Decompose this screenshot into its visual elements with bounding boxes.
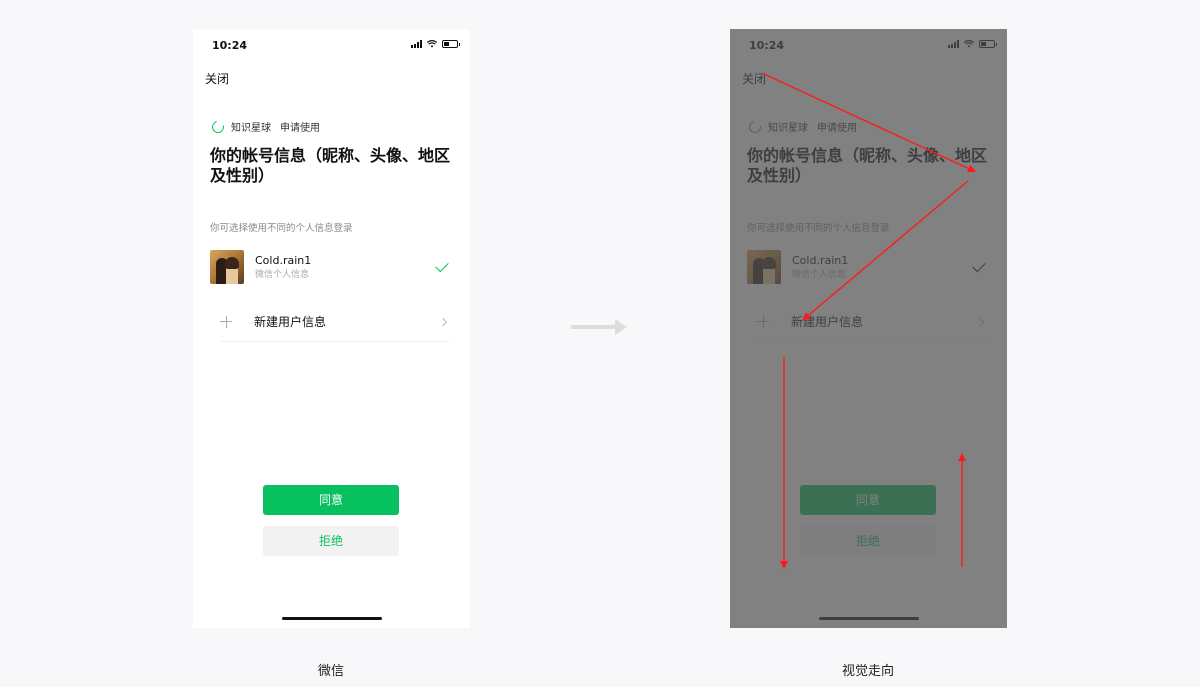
avatar [747, 250, 781, 284]
account-subtitle: 微信个人信息 [792, 269, 847, 280]
status-bar: 10:24 [193, 29, 470, 61]
home-indicator [819, 617, 919, 620]
battery-icon [979, 40, 997, 48]
app-info-row: 知识星球 申请使用 [746, 118, 857, 135]
check-icon [972, 258, 986, 272]
status-icons [948, 40, 997, 48]
account-name: Cold.rain1 [255, 253, 312, 267]
plus-icon [757, 315, 769, 328]
chevron-right-icon [438, 317, 448, 326]
agree-button[interactable]: 同意 [263, 485, 399, 515]
new-user-label: 新建用户信息 [791, 315, 864, 329]
reject-button[interactable]: 拒绝 [263, 526, 399, 556]
app-action: 申请使用 [280, 123, 320, 134]
status-bar: 10:24 [730, 29, 1007, 61]
reject-button[interactable]: 拒绝 [800, 526, 936, 556]
caption-visual-flow: 视觉走向 [841, 664, 894, 679]
app-logo-icon [746, 118, 764, 135]
phone-screen-wechat: 10:24 关闭 知识星球 申请使用 你的帐号信息（昵称、头像、地区及性别） 你… [193, 29, 470, 628]
account-subtitle: 微信个人信息 [255, 269, 310, 280]
flow-arrow-icon [571, 319, 627, 335]
app-logo-icon [209, 118, 227, 135]
wifi-icon [964, 40, 974, 48]
status-time: 10:24 [212, 39, 248, 52]
new-user-info-row[interactable]: 新建用户信息 [220, 302, 450, 342]
close-link[interactable]: 关闭 [742, 70, 766, 87]
account-name: Cold.rain1 [792, 253, 849, 267]
plus-icon [220, 315, 232, 328]
status-icons [411, 40, 460, 48]
new-user-info-row[interactable]: 新建用户信息 [757, 302, 987, 342]
status-time: 10:24 [749, 39, 785, 52]
wifi-icon [427, 40, 437, 48]
page-title: 你的帐号信息（昵称、头像、地区及性别） [210, 146, 451, 185]
app-name: 知识星球 [231, 123, 271, 134]
app-name: 知识星球 [768, 123, 808, 134]
new-user-label: 新建用户信息 [254, 315, 327, 329]
avatar [210, 250, 244, 284]
hint-text: 你可选择使用不同的个人信息登录 [747, 223, 890, 234]
app-action: 申请使用 [817, 123, 857, 134]
chevron-right-icon [975, 317, 985, 326]
hint-text: 你可选择使用不同的个人信息登录 [210, 223, 353, 234]
phone-screen-visual-flow: 10:24 关闭 知识星球 申请使用 你的帐号信息（昵称、头像、地区及性别） 你… [730, 29, 1007, 628]
signal-icon [948, 40, 959, 48]
home-indicator [282, 617, 382, 620]
account-option-row[interactable]: Cold.rain1 微信个人信息 [747, 246, 991, 288]
check-icon [435, 258, 449, 272]
signal-icon [411, 40, 422, 48]
battery-icon [442, 40, 460, 48]
caption-wechat: 微信 [317, 664, 344, 679]
account-option-row[interactable]: Cold.rain1 微信个人信息 [210, 246, 454, 288]
page-title: 你的帐号信息（昵称、头像、地区及性别） [747, 146, 988, 185]
close-link[interactable]: 关闭 [205, 70, 229, 87]
agree-button[interactable]: 同意 [800, 485, 936, 515]
app-info-row: 知识星球 申请使用 [209, 118, 320, 135]
